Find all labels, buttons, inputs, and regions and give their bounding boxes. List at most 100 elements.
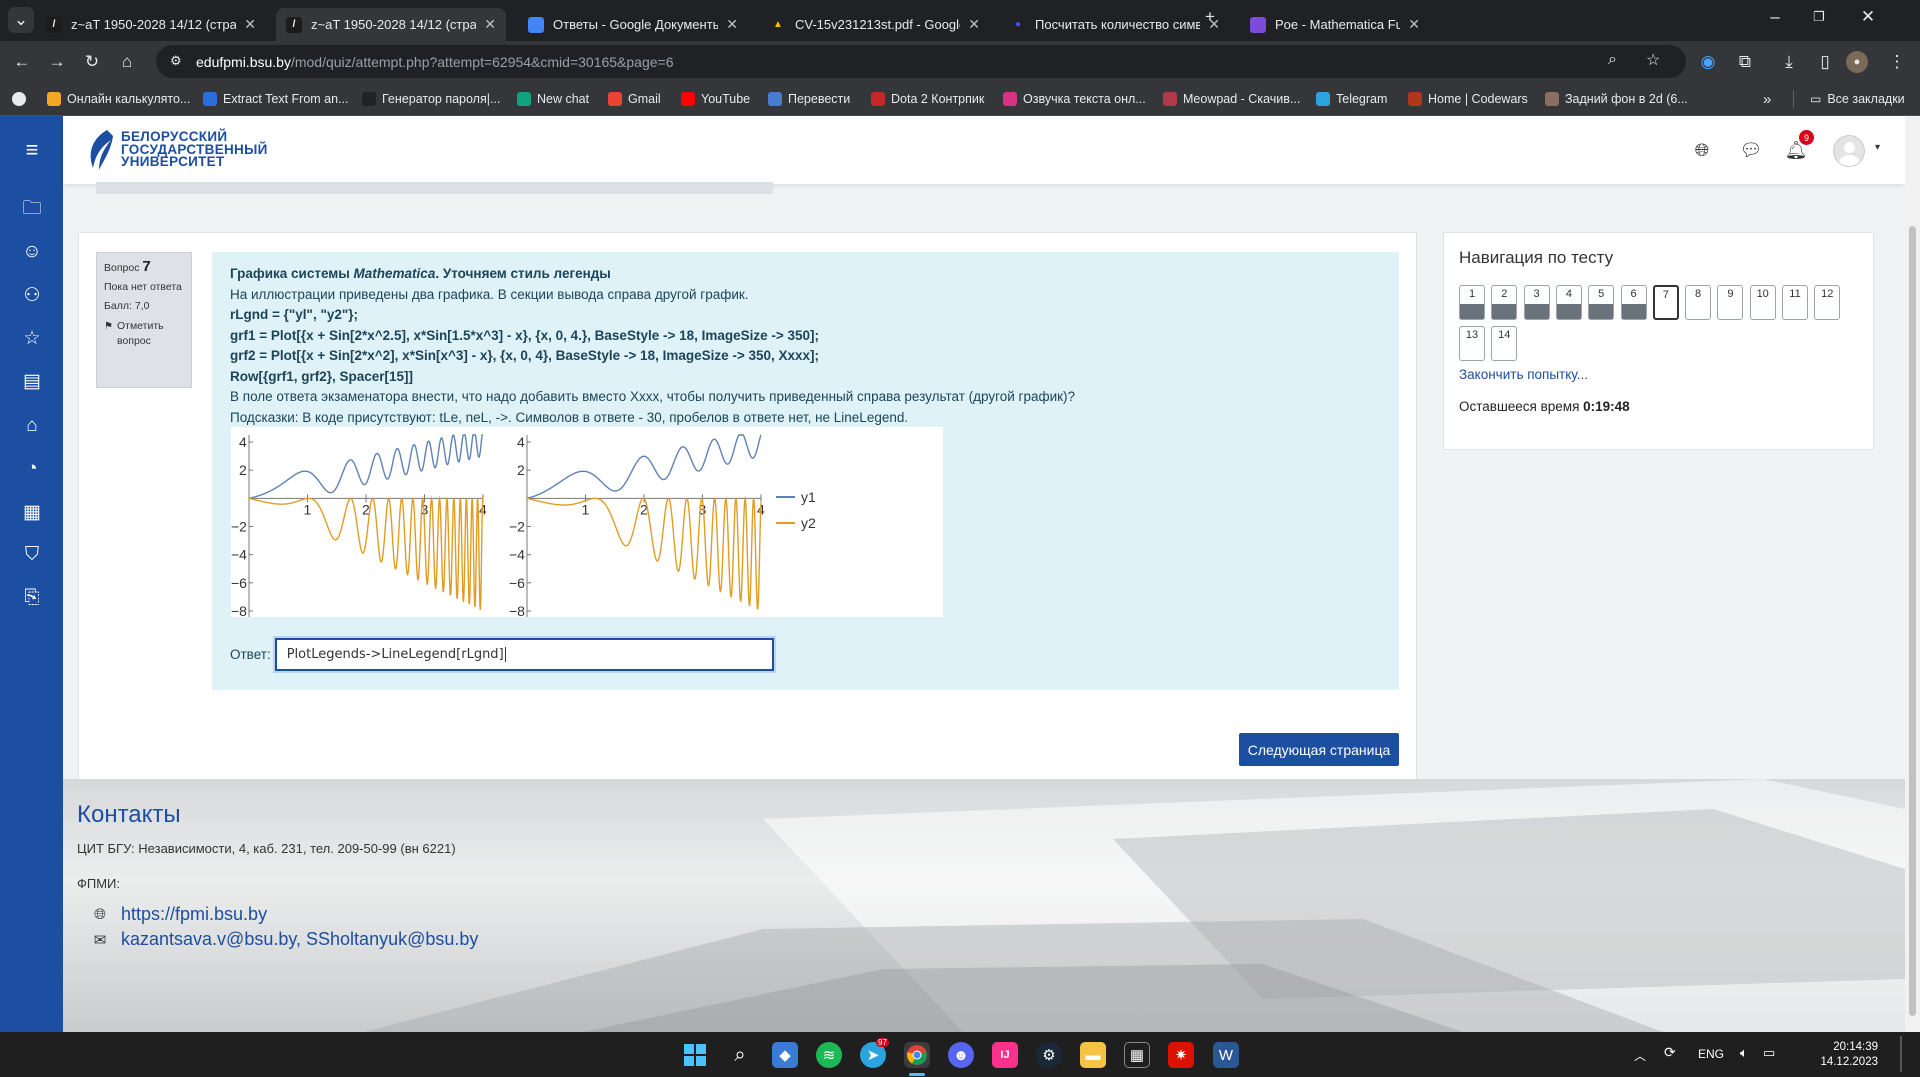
reload-icon[interactable]: ↻ [79, 49, 105, 75]
browser-menu-icon[interactable]: ⋮ [1884, 49, 1910, 75]
input-language[interactable]: ENG [1698, 1047, 1724, 1061]
address-bar[interactable]: ⚙ edufpmi.bsu.by/mod/quiz/attempt.php?at… [156, 45, 1686, 78]
page-scrollbar[interactable] [1905, 116, 1920, 1032]
file-explorer-icon[interactable]: ▬ [1080, 1042, 1106, 1068]
show-desktop-strip[interactable] [1900, 1036, 1902, 1072]
bookmark-item[interactable]: Extract Text From an... [203, 90, 349, 108]
bookmark-item[interactable]: Gmail [608, 90, 661, 108]
search-icon[interactable]: ⌕ [727, 1042, 753, 1068]
browser-tab[interactable]: / z~aT 1950-2028 14/12 (страни ✕ [276, 8, 506, 41]
star-icon[interactable]: ☆ [19, 325, 45, 351]
window-close-icon[interactable]: ✕ [1855, 4, 1881, 30]
bookmark-item[interactable]: Перевести [768, 90, 850, 108]
chrome-icon[interactable] [904, 1042, 930, 1068]
folder-icon[interactable]: 🗀 [19, 197, 45, 223]
close-tab-icon[interactable]: ✕ [484, 16, 496, 33]
widgets-icon[interactable]: ◆ [772, 1042, 798, 1068]
fpmi-site-link[interactable]: 🌐︎ https://fpmi.bsu.by [91, 904, 267, 925]
quiz-nav-button[interactable]: 13 [1459, 326, 1485, 361]
quiz-nav-button[interactable]: 2 [1491, 285, 1518, 320]
bookmark-item[interactable]: Генератор пароля|... [362, 90, 500, 108]
book-icon[interactable]: ▤ [19, 368, 45, 394]
next-page-button[interactable]: Следующая страница [1239, 733, 1399, 766]
dashboard-gauge-icon[interactable]: ◔ [19, 456, 45, 482]
browser-tab[interactable]: ≡ Ответы - Google Документы ✕ [518, 8, 748, 41]
tab-search-chevron-icon[interactable]: ⌄ [8, 7, 34, 33]
battery-icon[interactable]: ▭ [1763, 1045, 1775, 1061]
quiz-nav-button[interactable]: 1 [1459, 285, 1485, 320]
scrollbar-thumb[interactable] [1909, 226, 1916, 1016]
bookmark-item[interactable]: Home | Codewars [1408, 90, 1528, 108]
extension-icon[interactable]: ◉ [1695, 49, 1721, 75]
new-tab-plus-icon[interactable]: + [1197, 4, 1223, 30]
microsoft-store-icon[interactable]: ▦ [1124, 1042, 1150, 1068]
sync-icon[interactable]: ⟳ [1664, 1044, 1676, 1061]
users-icon[interactable]: ⚇ [19, 282, 45, 308]
browser-tab[interactable]: P Poe - Mathematica Functions ✕ [1240, 8, 1430, 41]
flag-question-link[interactable]: ⚑ Отметить вопрос [104, 319, 184, 349]
graduation-cap-icon[interactable]: ⛉ [19, 542, 45, 568]
close-tab-icon[interactable]: ✕ [968, 16, 980, 33]
jetbrains-icon[interactable]: IJ [992, 1042, 1018, 1068]
calendar-icon[interactable]: ▦ [19, 499, 45, 525]
back-arrow-icon[interactable]: ← [9, 49, 35, 75]
quiz-nav-button[interactable]: 8 [1685, 285, 1712, 320]
quiz-nav-button[interactable]: 12 [1814, 285, 1841, 320]
mathematica-icon[interactable]: ✷ [1168, 1042, 1194, 1068]
close-tab-icon[interactable]: ✕ [244, 16, 256, 33]
quiz-nav-button[interactable]: 11 [1782, 285, 1808, 320]
user-icon[interactable]: ☺ [19, 239, 45, 265]
system-clock[interactable]: 20:14:39 14.12.2023 [1812, 1040, 1878, 1070]
language-globe-icon[interactable]: 🌐︎ [1690, 138, 1714, 162]
bookmark-item[interactable]: Dota 2 Контрпик [871, 90, 984, 108]
browser-tab[interactable]: / z~aT 1950-2028 14/12 (страни ✕ [36, 8, 266, 41]
user-menu-caret-icon[interactable]: ▾ [1875, 142, 1880, 153]
windows-start-icon[interactable] [682, 1042, 708, 1068]
bookmark-item[interactable]: New chat [517, 90, 589, 108]
home-icon[interactable]: ⌂ [19, 413, 45, 439]
bsu-logo-text[interactable]: БЕЛОРУССКИЙ ГОСУДАРСТВЕННЫЙ УНИВЕРСИТЕТ [121, 130, 268, 169]
bookmark-item[interactable]: Telegram [1316, 90, 1387, 108]
quiz-nav-button[interactable]: 14 [1491, 326, 1518, 361]
discord-icon[interactable]: ☻ [948, 1042, 974, 1068]
steam-icon[interactable]: ⚙ [1036, 1042, 1062, 1068]
extensions-puzzle-icon[interactable]: ⧉ [1732, 49, 1758, 75]
volume-icon[interactable]: 🔈︎ [1740, 1045, 1748, 1061]
window-restore-icon[interactable]: ❐ [1806, 4, 1832, 30]
quiz-nav-button[interactable]: 6 [1620, 285, 1647, 320]
menu-hamburger-icon[interactable]: ≡ [19, 137, 45, 163]
bookmark-star-icon[interactable]: ☆ [1646, 50, 1660, 70]
close-tab-icon[interactable]: ✕ [726, 16, 738, 33]
finish-attempt-link[interactable]: Закончить попытку... [1459, 367, 1588, 382]
quiz-nav-button[interactable]: 7 [1652, 285, 1679, 320]
quiz-nav-button[interactable]: 3 [1523, 285, 1550, 320]
apps-icon[interactable] [12, 90, 26, 108]
all-bookmarks-folder[interactable]: ▭ Все закладки [1810, 90, 1905, 108]
profile-avatar-icon[interactable]: ● [1846, 51, 1868, 73]
word-icon[interactable]: W [1213, 1042, 1239, 1068]
bookmark-item[interactable]: Meowpad - Скачив... [1163, 90, 1300, 108]
quiz-nav-button[interactable]: 9 [1717, 285, 1744, 320]
quiz-nav-button[interactable]: 5 [1588, 285, 1615, 320]
bookmark-item[interactable]: Задний фон в 2d (6... [1545, 90, 1688, 108]
browser-tab[interactable]: ● Посчитать количество символ ✕ [1000, 8, 1230, 41]
copy-pages-icon[interactable]: ⎘ [19, 585, 45, 611]
quiz-nav-button[interactable]: 10 [1749, 285, 1776, 320]
download-icon[interactable]: ⤓ [1776, 49, 1802, 75]
bsu-logo-icon[interactable] [85, 128, 115, 172]
messages-chat-icon[interactable]: 💬︎ [1739, 138, 1763, 162]
site-settings-icon[interactable]: ⚙ [170, 53, 182, 69]
home-icon[interactable]: ⌂ [114, 49, 140, 75]
answer-input[interactable]: PlotLegends->LineLegend[rLgnd] [274, 638, 774, 671]
side-panel-icon[interactable]: ▯ [1812, 49, 1838, 75]
more-bookmarks-chevron-icon[interactable]: » [1763, 90, 1771, 108]
quiz-nav-button[interactable]: 4 [1555, 285, 1582, 320]
zoom-magnifier-icon[interactable]: ⌕ [1608, 51, 1617, 69]
email-link[interactable]: ✉ kazantsava.v@bsu.by, SSholtanyuk@bsu.by [91, 929, 479, 950]
bookmark-item[interactable]: YouTube [681, 90, 750, 108]
user-avatar[interactable] [1833, 135, 1865, 167]
bookmark-item[interactable]: Онлайн калькулято... [47, 90, 190, 108]
forward-arrow-icon[interactable]: → [44, 49, 70, 75]
bookmark-item[interactable]: Озвучка текста онл... [1003, 90, 1146, 108]
close-tab-icon[interactable]: ✕ [1408, 16, 1420, 33]
